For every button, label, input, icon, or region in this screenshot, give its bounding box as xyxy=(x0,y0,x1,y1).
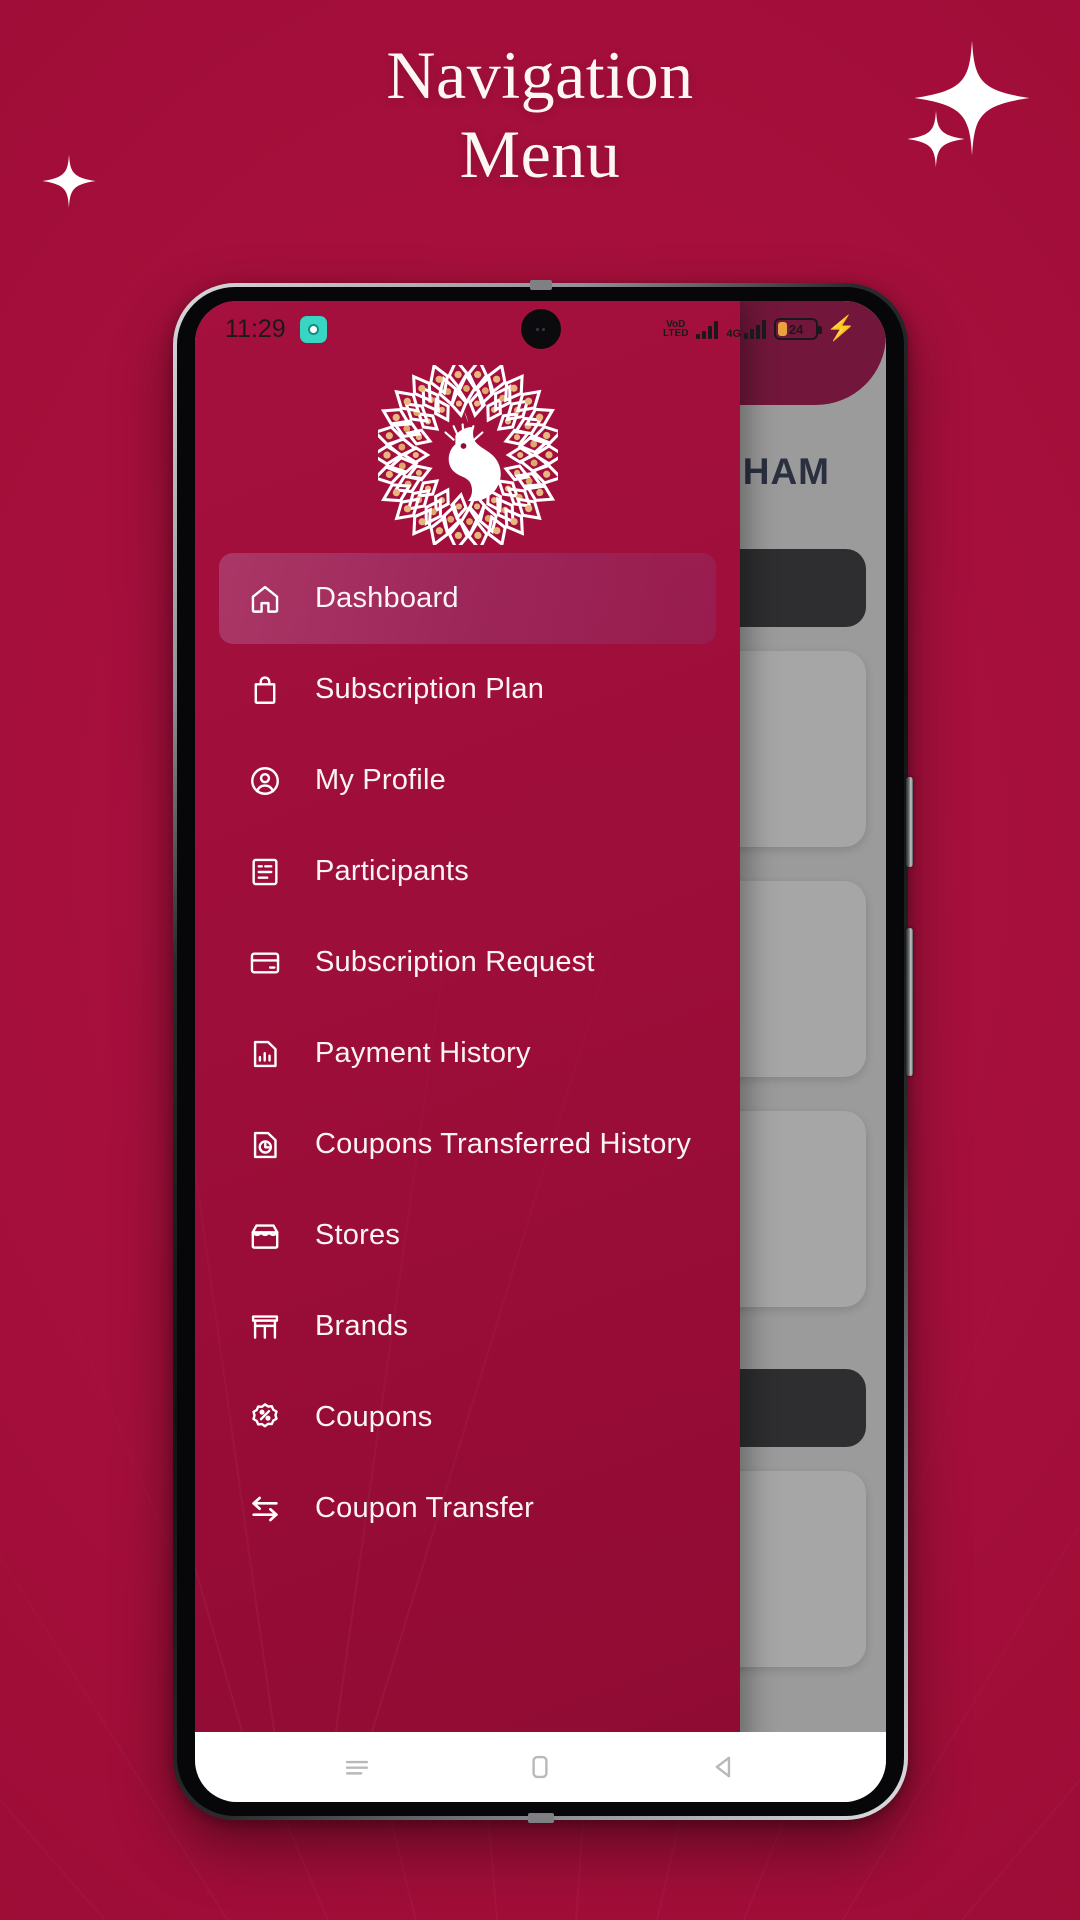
sidebar-item-dashboard[interactable]: Dashboard xyxy=(219,553,716,644)
sidebar-item-label: Subscription Request xyxy=(315,946,595,978)
volte-line-2: LTED xyxy=(663,328,689,339)
sidebar-item-payment-history[interactable]: Payment History xyxy=(219,1008,716,1099)
page-title: Navigation Menu xyxy=(0,36,1080,194)
sidebar-item-label: Subscription Plan xyxy=(315,673,545,705)
camera-app-icon xyxy=(299,315,327,343)
account-circle-icon xyxy=(245,761,285,801)
sidebar-item-coupon-transfer[interactable]: Coupon Transfer xyxy=(219,1463,716,1554)
phone-power-button[interactable] xyxy=(906,777,913,867)
navigation-drawer: Dashboard Subscription Plan My Profile P… xyxy=(195,301,740,1802)
home-square-icon[interactable] xyxy=(523,1750,557,1784)
sidebar-item-label: My Profile xyxy=(315,764,446,796)
charging-bolt-icon: ⚡ xyxy=(826,315,856,342)
system-navigation-bar xyxy=(195,1732,886,1802)
sidebar-item-subscription-request[interactable]: Subscription Request xyxy=(219,917,716,1008)
credit-card-icon xyxy=(245,943,285,983)
phone-screen: HAM APPROVED xyxy=(195,301,886,1802)
storefront-icon xyxy=(245,1216,285,1256)
network-label: 4G xyxy=(726,328,742,340)
sidebar-item-label: Coupons Transferred History xyxy=(315,1128,692,1160)
front-camera-punchhole xyxy=(520,309,561,349)
list-document-icon xyxy=(245,852,285,892)
phone-volume-button[interactable] xyxy=(906,928,913,1076)
home-icon xyxy=(245,579,285,619)
sidebar-item-coupons[interactable]: Coupons xyxy=(219,1372,716,1463)
peacock-mandala-logo xyxy=(195,357,740,553)
sidebar-item-label: Payment History xyxy=(315,1037,531,1069)
phone-bottom-nub xyxy=(527,1813,554,1823)
sidebar-item-subscription-plan[interactable]: Subscription Plan xyxy=(219,644,716,735)
shopping-bag-icon xyxy=(245,670,285,710)
sidebar-item-participants[interactable]: Participants xyxy=(219,826,716,917)
sidebar-item-label: Stores xyxy=(315,1219,401,1251)
underlying-page-title: HAM xyxy=(742,451,830,492)
sidebar-item-brands[interactable]: Brands xyxy=(219,1281,716,1372)
mobile-data-icon: 4G xyxy=(726,319,767,340)
signal-bars-icon xyxy=(696,319,719,339)
phone-mockup: HAM APPROVED xyxy=(173,280,913,1823)
volte-icon: VoD LTED xyxy=(663,320,689,339)
sidebar-item-stores[interactable]: Stores xyxy=(219,1190,716,1281)
sidebar-item-label: Coupons xyxy=(315,1401,433,1433)
sidebar-item-label: Participants xyxy=(315,855,469,887)
page-title-line-2: Menu xyxy=(459,115,621,192)
sidebar-item-coupons-transferred-history[interactable]: Coupons Transferred History xyxy=(219,1099,716,1190)
drawer-menu-list: Dashboard Subscription Plan My Profile P… xyxy=(195,553,740,1802)
battery-percent-label: 24 xyxy=(788,321,804,337)
battery-icon: 24 xyxy=(774,318,823,340)
phone-top-nub xyxy=(529,280,552,290)
recents-menu-icon[interactable] xyxy=(340,1750,374,1784)
status-bar-time: 11:29 xyxy=(225,314,286,343)
sidebar-item-label: Dashboard xyxy=(315,582,459,614)
sidebar-item-label: Coupon Transfer xyxy=(315,1492,535,1524)
sidebar-item-my-profile[interactable]: My Profile xyxy=(219,735,716,826)
document-clock-icon xyxy=(245,1125,285,1165)
shop-icon xyxy=(245,1307,285,1347)
back-triangle-icon[interactable] xyxy=(707,1750,741,1784)
page-title-line-1: Navigation xyxy=(386,37,694,113)
transfer-arrows-icon xyxy=(245,1489,285,1529)
sidebar-item-label: Brands xyxy=(315,1310,409,1342)
percent-badge-icon xyxy=(245,1398,285,1438)
chart-document-icon xyxy=(245,1034,285,1074)
